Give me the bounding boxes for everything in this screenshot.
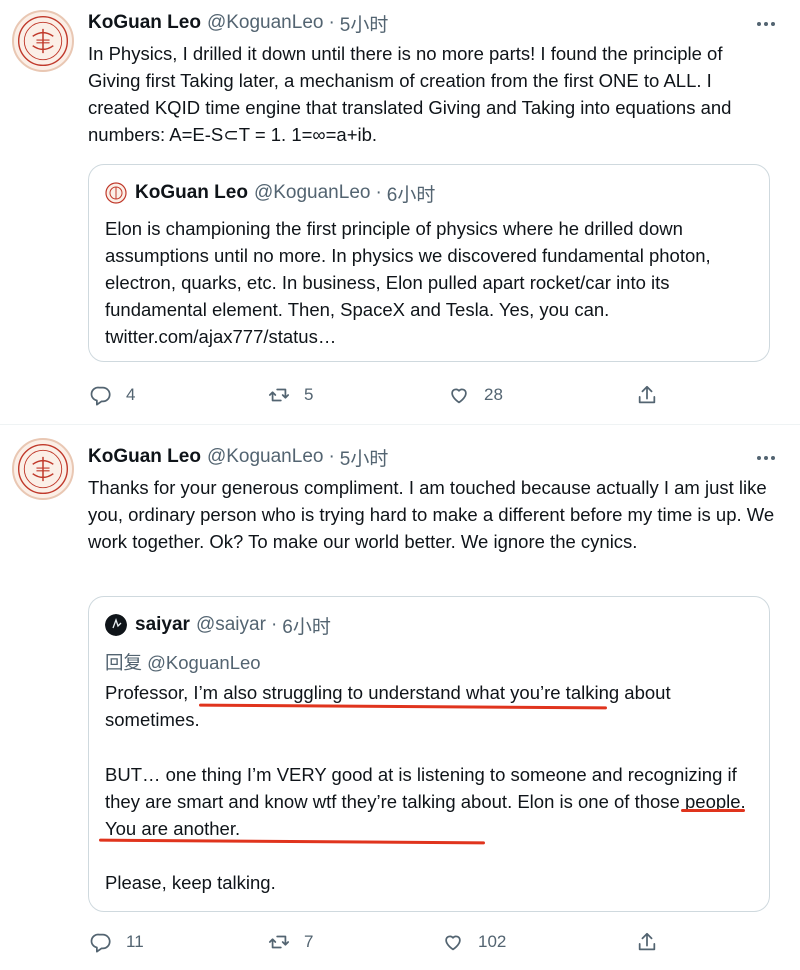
retweet-button[interactable]: 5 (268, 380, 313, 410)
quoted-author-handle: @KoguanLeo (253, 182, 371, 203)
heart-icon (451, 388, 467, 404)
author-handle[interactable]: @KoguanLeo (207, 446, 324, 468)
quoted-author-name: KoGuan Leo (135, 182, 248, 203)
quoted-author-name: saiyar (135, 614, 190, 635)
author-handle[interactable]: @KoguanLeo (207, 12, 324, 34)
reply-to-label[interactable]: 回复 @KoguanLeo (105, 649, 261, 675)
tweet[interactable]: KoGuan Leo @KoguanLeo · 5小时 In Physics, … (0, 0, 800, 420)
annotation-underline (681, 809, 745, 812)
quoted-tweet[interactable]: KoGuan Leo @KoguanLeo · 6小时 Elon is cham… (88, 164, 770, 362)
tweet-actions: 4 5 28 (88, 380, 688, 410)
avatar-emblem-icon (17, 443, 69, 495)
retweet-icon (268, 388, 290, 402)
quoted-avatar (105, 614, 127, 636)
reply-count: 11 (126, 932, 144, 951)
tweet-text: In Physics, I drilled it down until ther… (88, 43, 732, 145)
quoted-avatar (105, 182, 127, 204)
quoted-tweet-header: saiyar @saiyar · 6小时 (105, 611, 331, 639)
reply-button[interactable]: 11 (90, 927, 144, 957)
avatar[interactable] (12, 438, 74, 500)
separator-dot: · (375, 182, 382, 203)
quoted-paragraph: Please, keep talking. (105, 872, 276, 893)
share-button[interactable] (636, 380, 658, 410)
quoted-tweet-text: Elon is championing the first principle … (105, 218, 711, 347)
tweet-header: KoGuan Leo @KoguanLeo · 5小时 (88, 442, 388, 472)
reply-count: 4 (126, 385, 136, 404)
author-name[interactable]: KoGuan Leo (88, 446, 201, 468)
quoted-author-handle: @saiyar (195, 614, 266, 635)
share-icon (638, 385, 656, 404)
quoted-paragraph: BUT… one thing I’m VERY good at is liste… (105, 764, 746, 839)
more-icon[interactable] (754, 14, 778, 34)
quoted-tweet-header: KoGuan Leo @KoguanLeo · 6小时 (105, 179, 435, 207)
tweet-header: KoGuan Leo @KoguanLeo · 5小时 (88, 8, 388, 38)
retweet-count: 7 (304, 932, 314, 951)
like-button[interactable]: 28 (448, 380, 503, 410)
separator-dot: · (270, 614, 278, 635)
share-icon (638, 932, 656, 951)
retweet-count: 5 (304, 385, 314, 404)
share-button[interactable] (636, 927, 658, 957)
tweet[interactable]: KoGuan Leo @KoguanLeo · 5小时 Thanks for y… (0, 430, 800, 970)
timestamp[interactable]: 5小时 (340, 10, 389, 37)
tweet-text: Thanks for your generous compliment. I a… (88, 477, 775, 552)
heart-icon (445, 935, 461, 951)
like-count: 28 (484, 385, 503, 404)
retweet-icon (268, 935, 290, 949)
quoted-tweet[interactable]: saiyar @saiyar · 6小时 回复 @KoguanLeo Profe… (88, 596, 770, 912)
more-icon[interactable] (754, 448, 778, 468)
reply-button[interactable]: 4 (90, 380, 135, 410)
reply-icon (90, 933, 111, 953)
author-name[interactable]: KoGuan Leo (88, 12, 201, 34)
reply-icon (90, 386, 111, 406)
avatar-emblem-icon (17, 15, 69, 67)
retweet-button[interactable]: 7 (268, 927, 313, 957)
separator-dot: · (328, 446, 335, 467)
avatar[interactable] (12, 10, 74, 72)
separator-dot: · (328, 12, 335, 33)
like-count: 102 (478, 932, 507, 951)
tweet-divider (0, 424, 800, 425)
quoted-timestamp: 6小时 (282, 616, 331, 638)
like-button[interactable]: 102 (442, 927, 506, 957)
quoted-timestamp: 6小时 (386, 184, 436, 206)
timestamp[interactable]: 5小时 (340, 444, 389, 471)
tweet-actions: 11 7 102 (88, 927, 688, 957)
